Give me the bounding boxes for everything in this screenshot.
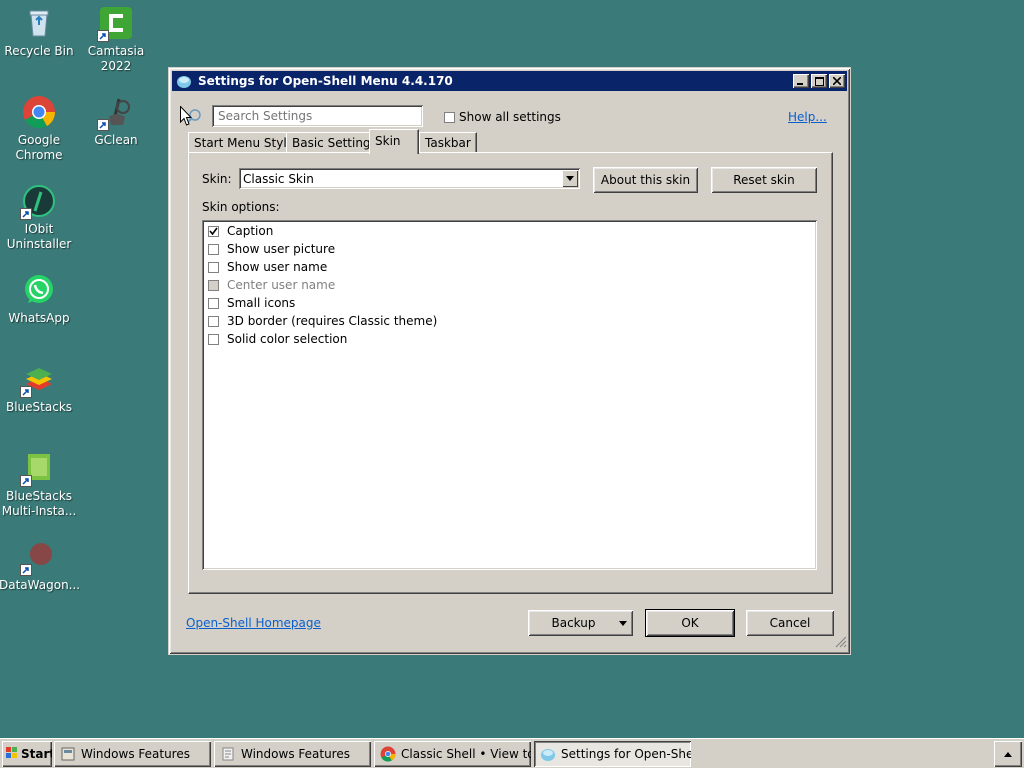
taskbar-item-label: Windows Features <box>81 747 190 761</box>
desktop-icon-recycle-bin[interactable]: Recycle Bin <box>0 6 79 59</box>
cancel-button[interactable]: Cancel <box>746 610 834 636</box>
open-shell-icon <box>176 73 192 89</box>
chevron-down-icon <box>619 621 627 626</box>
taskbar-item-label: Windows Features <box>241 747 350 761</box>
reset-skin-button[interactable]: Reset skin <box>711 167 817 193</box>
checkbox[interactable] <box>208 243 219 255</box>
close-button[interactable] <box>829 74 845 88</box>
show-all-label: Show all settings <box>459 110 561 124</box>
desktop-icon-camtasia[interactable]: Camtasia 2022 <box>76 6 156 74</box>
bluestacks-multi-icon <box>20 451 56 487</box>
tray-expand-button[interactable] <box>994 741 1022 767</box>
desktop-icon-label: IObit Uninstaller <box>6 222 72 251</box>
help-link[interactable]: Help... <box>788 110 827 124</box>
desktop-icon-label: Camtasia 2022 <box>87 44 145 73</box>
open-shell-icon <box>540 746 556 762</box>
window-title: Settings for Open-Shell Menu 4.4.170 <box>198 74 453 88</box>
option-show-user-name[interactable]: Show user name <box>208 258 327 276</box>
recycle-bin-icon <box>22 6 56 40</box>
bluestacks-icon <box>20 362 56 398</box>
option-label: Show user picture <box>227 242 336 256</box>
desktop-icon-iobit-uninstaller[interactable]: IObit Uninstaller <box>0 184 79 252</box>
open-shell-homepage-link[interactable]: Open-Shell Homepage <box>186 616 321 630</box>
desktop-icon-gclean[interactable]: GClean <box>76 95 156 148</box>
taskbar-item-chrome[interactable]: Classic Shell • View topi... <box>374 741 531 767</box>
option-small-icons[interactable]: Small icons <box>208 294 295 312</box>
show-all-settings-checkbox[interactable]: Show all settings <box>444 110 561 124</box>
gclean-icon <box>97 95 133 131</box>
skin-dropdown[interactable]: Classic Skin <box>239 168 580 189</box>
option-label: Center user name <box>227 278 336 292</box>
show-all-checkbox-box[interactable] <box>444 111 455 123</box>
iobit-icon <box>20 184 56 220</box>
backup-button[interactable]: Backup <box>528 610 633 636</box>
resize-grip-icon[interactable] <box>835 636 847 651</box>
checkbox[interactable] <box>208 333 219 345</box>
mouse-cursor-icon <box>180 105 193 129</box>
option-solid-color-selection[interactable]: Solid color selection <box>208 330 347 348</box>
windows-features-icon <box>220 746 236 762</box>
taskbar-item-label: Settings for Open-Shell ... <box>561 747 691 761</box>
tab-skin[interactable]: Skin <box>369 129 419 154</box>
start-label: Start <box>21 747 52 761</box>
option-label: 3D border (requires Classic theme) <box>227 314 438 328</box>
option-3d-border[interactable]: 3D border (requires Classic theme) <box>208 312 437 330</box>
desktop-icon-whatsapp[interactable]: WhatsApp <box>0 273 79 326</box>
camtasia-icon <box>97 6 133 42</box>
chevron-down-icon[interactable] <box>562 170 578 187</box>
taskbar-item-windows-features-2[interactable]: Windows Features <box>214 741 371 767</box>
tab-start-menu-style[interactable]: Start Menu Style <box>188 132 301 153</box>
checkmark-icon <box>209 227 218 235</box>
desktop-icon-label: BlueStacks Multi-Insta... <box>1 489 77 518</box>
skin-label: Skin: <box>202 172 232 186</box>
taskbar: Start Windows Features Windows Features … <box>0 738 1024 768</box>
option-caption[interactable]: Caption <box>208 222 273 240</box>
tab-taskbar[interactable]: Taskbar <box>419 132 477 153</box>
start-button[interactable]: Start <box>2 741 52 767</box>
skin-options-label: Skin options: <box>202 200 280 214</box>
datawagon-icon <box>20 540 56 576</box>
whatsapp-icon <box>22 273 56 307</box>
chevron-up-icon <box>1004 751 1012 757</box>
option-label: Caption <box>227 224 274 238</box>
checkbox[interactable] <box>208 315 219 327</box>
minimize-icon <box>797 83 803 85</box>
chrome-icon <box>22 95 56 129</box>
maximize-button[interactable] <box>811 74 827 88</box>
desktop-icon-bluestacks-multi[interactable]: BlueStacks Multi-Insta... <box>0 451 79 519</box>
option-label: Show user name <box>227 260 328 274</box>
desktop-icon-bluestacks[interactable]: BlueStacks <box>0 362 79 415</box>
ok-button[interactable]: OK <box>645 609 735 637</box>
checkbox-disabled <box>208 279 219 291</box>
checkbox[interactable] <box>208 261 219 273</box>
taskbar-item-label: Classic Shell • View topi... <box>401 747 531 761</box>
desktop-icon-label: BlueStacks <box>5 400 73 414</box>
desktop-icon-label: Recycle Bin <box>4 44 74 58</box>
skin-dropdown-value: Classic Skin <box>243 171 314 186</box>
windows-features-icon <box>60 746 76 762</box>
windows-logo-icon <box>5 746 19 762</box>
checkbox[interactable] <box>208 297 219 309</box>
search-input[interactable] <box>212 105 423 127</box>
taskbar-item-windows-features-1[interactable]: Windows Features <box>54 741 211 767</box>
minimize-button[interactable] <box>793 74 809 88</box>
close-icon <box>833 77 841 85</box>
desktop-icon-datawagon[interactable]: DataWagon... <box>0 540 81 593</box>
option-show-user-picture[interactable]: Show user picture <box>208 240 335 258</box>
about-skin-button[interactable]: About this skin <box>593 167 698 193</box>
maximize-icon <box>814 76 824 86</box>
desktop-icon-label: DataWagon... <box>0 578 81 592</box>
title-bar[interactable]: Settings for Open-Shell Menu 4.4.170 <box>172 71 847 91</box>
taskbar-item-open-shell-settings[interactable]: Settings for Open-Shell ... <box>534 741 691 767</box>
chrome-icon <box>380 746 396 762</box>
option-label: Small icons <box>227 296 296 310</box>
desktop-icon-google-chrome[interactable]: Google Chrome <box>0 95 79 163</box>
option-label: Solid color selection <box>227 332 348 346</box>
option-center-user-name: Center user name <box>208 276 335 294</box>
desktop-icon-label: GClean <box>94 133 138 147</box>
backup-label: Backup <box>551 616 596 630</box>
desktop-icon-label: WhatsApp <box>8 311 70 325</box>
desktop-icon-label: Google Chrome <box>15 133 63 162</box>
checkbox-checked[interactable] <box>208 225 219 237</box>
